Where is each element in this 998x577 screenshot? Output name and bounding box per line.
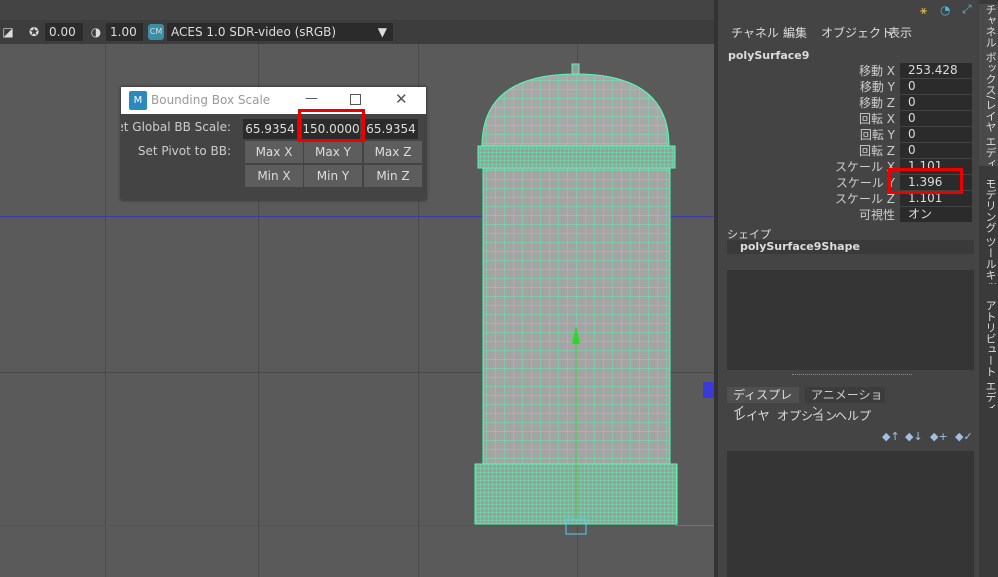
- dialog-titlebar[interactable]: M Bounding Box Scale — ✕: [121, 87, 426, 114]
- exposure-field[interactable]: 0.00: [45, 23, 83, 41]
- close-icon[interactable]: ✕: [395, 90, 408, 108]
- viewport-toolbar: ◪ ✪ 0.00 ◑ 1.00 CM ACES 1.0 SDR-video (s…: [0, 0, 716, 44]
- object-name: polySurface9: [728, 49, 810, 62]
- color-management-icon[interactable]: CM: [148, 24, 164, 40]
- layer-down-icon[interactable]: ◆↓: [905, 430, 923, 443]
- maya-logo-icon: M: [129, 91, 147, 110]
- exposure-icon[interactable]: ✪: [26, 24, 42, 40]
- attr-label: 移動 Y: [859, 80, 895, 94]
- tab-attribute-editor[interactable]: アトリビュート エディタ: [979, 300, 998, 408]
- attr-label: 移動 Z: [858, 96, 895, 110]
- channel-box-empty-area: [727, 270, 974, 370]
- dialog-title: Bounding Box Scale: [151, 93, 271, 107]
- bounding-box-scale-dialog: M Bounding Box Scale — ✕ et Global BB Sc…: [121, 87, 426, 200]
- menu-show[interactable]: 表示: [888, 24, 912, 41]
- scale-x-field[interactable]: 65.9354: [243, 119, 297, 139]
- attr-label: 回転 Y: [859, 128, 895, 142]
- highlight-box-scale-y: [298, 109, 365, 142]
- attr-label: 回転 Z: [858, 144, 895, 158]
- attr-field[interactable]: 253.428: [900, 63, 972, 78]
- splitter-handle[interactable]: [792, 374, 912, 379]
- attr-field[interactable]: オン: [900, 207, 972, 222]
- max-x-button[interactable]: Max X: [245, 141, 303, 163]
- attr-label: 可視性: [858, 208, 895, 222]
- menu-edit[interactable]: 編集: [783, 24, 807, 41]
- attr-label: スケール Z: [834, 192, 895, 206]
- attr-field[interactable]: 0: [900, 127, 972, 142]
- maximize-icon[interactable]: [350, 94, 361, 105]
- layer-up-icon[interactable]: ◆↑: [882, 430, 900, 443]
- min-y-button[interactable]: Min Y: [304, 165, 362, 187]
- gamma-icon[interactable]: ◑: [88, 24, 104, 40]
- chevron-down-icon: ▼: [377, 25, 387, 39]
- set-pivot-label: Set Pivot to BB:: [137, 144, 231, 158]
- tab-animation[interactable]: アニメーション: [805, 387, 885, 418]
- attr-label: 移動 X: [858, 64, 895, 78]
- refresh-icon[interactable]: ◔: [940, 3, 950, 17]
- new-layer-selected-icon[interactable]: ◆✓: [955, 430, 973, 443]
- global-bb-scale-label: et Global BB Scale:: [121, 120, 231, 134]
- attr-field[interactable]: 0: [900, 143, 972, 158]
- max-y-button[interactable]: Max Y: [304, 141, 362, 163]
- menu-object[interactable]: オブジェクト: [821, 24, 893, 41]
- tab-modeling-toolkit[interactable]: モデリング ツールキット: [979, 178, 998, 284]
- min-z-button[interactable]: Min Z: [364, 165, 422, 187]
- menu-channels[interactable]: チャネル: [731, 24, 779, 41]
- shape-row[interactable]: polySurface9Shape: [727, 240, 974, 254]
- tab-display[interactable]: ディスプレイ: [727, 387, 799, 418]
- shape-name: polySurface9Shape: [740, 240, 860, 253]
- menu-options[interactable]: オプション: [777, 407, 837, 424]
- menu-help[interactable]: ヘルプ: [835, 407, 871, 424]
- max-z-button[interactable]: Max Z: [364, 141, 422, 163]
- attr-field[interactable]: 0: [900, 79, 972, 94]
- minimize-icon[interactable]: —: [305, 91, 321, 106]
- view-transform-value: ACES 1.0 SDR-video (sRGB): [171, 25, 337, 39]
- layer-list: [727, 451, 974, 577]
- highlight-box-scale-attr: [888, 168, 963, 194]
- menu-layers[interactable]: レイヤ: [734, 407, 770, 424]
- scale-z-field[interactable]: 65.9354: [364, 119, 418, 139]
- new-layer-icon[interactable]: ◆+: [930, 430, 948, 443]
- attr-field[interactable]: 0: [900, 95, 972, 110]
- min-x-button[interactable]: Min X: [245, 165, 303, 187]
- attr-label: 回転 X: [858, 112, 895, 126]
- attr-field[interactable]: 0: [900, 111, 972, 126]
- tab-channel-box-layer-editor[interactable]: チャネル ボックス/レイヤ エディタ: [979, 4, 998, 166]
- attr-label: スケール X: [834, 160, 895, 174]
- gamma-field[interactable]: 1.00: [106, 23, 143, 41]
- axis-icon[interactable]: ⚹: [920, 3, 927, 18]
- expand-icon[interactable]: ⤢: [962, 2, 972, 17]
- view-transform-select[interactable]: ACES 1.0 SDR-video (sRGB) ▼: [167, 23, 393, 41]
- toolbar-icon[interactable]: ◪: [0, 24, 16, 40]
- attr-label: スケール Y: [835, 176, 895, 190]
- side-tab-strip: チャネル ボックス/レイヤ エディタ モデリング ツールキット アトリビュート …: [979, 0, 998, 577]
